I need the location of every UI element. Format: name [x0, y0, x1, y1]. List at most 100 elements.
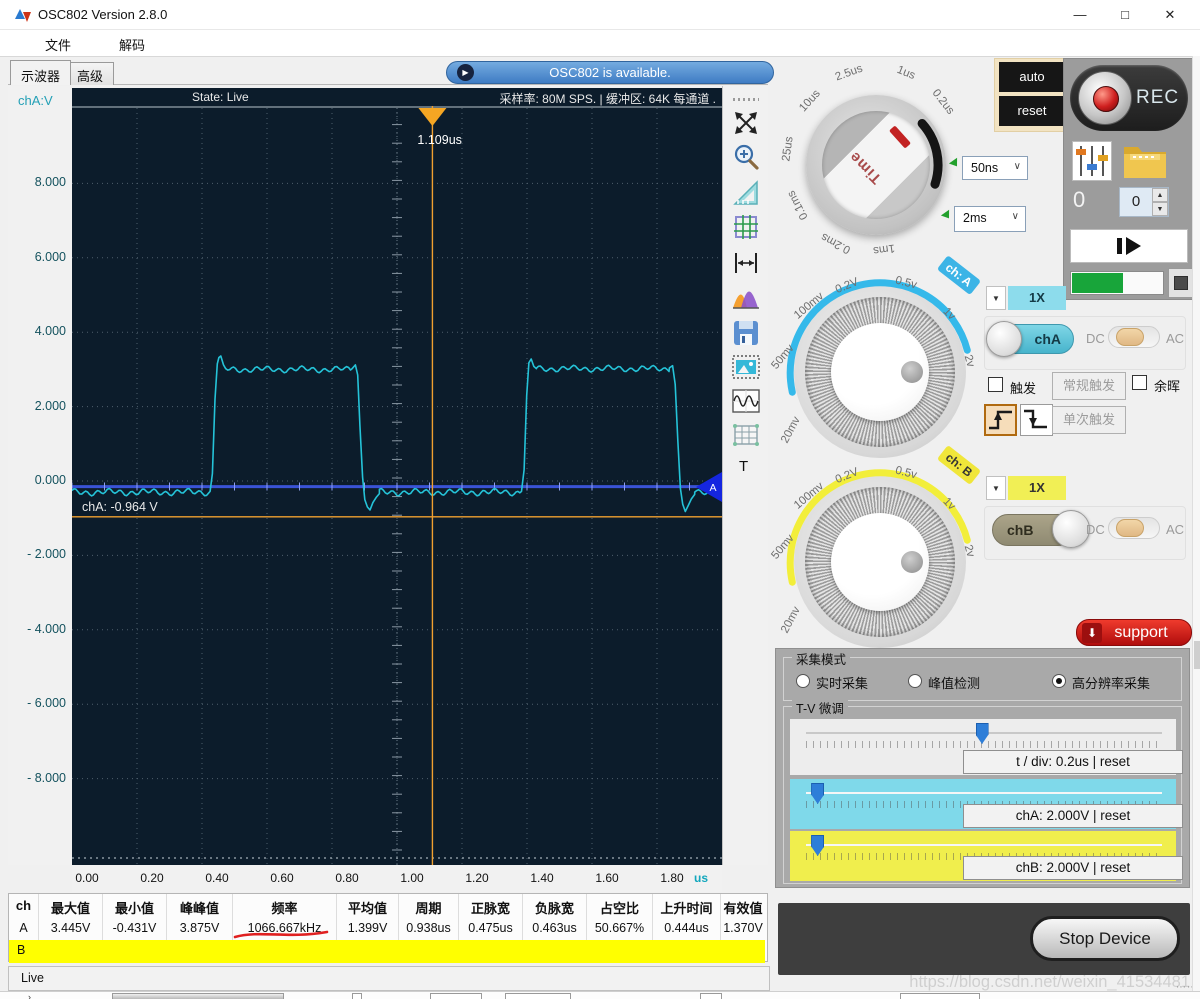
fine-tune-slider[interactable]: chA: 2.000V | reset: [790, 779, 1183, 829]
device-status-text: OSC802 is available.: [549, 65, 671, 80]
maximize-button[interactable]: □: [1105, 2, 1145, 28]
x-axis-tick: 1.40: [530, 871, 554, 885]
horizontal-measure-button[interactable]: [731, 248, 761, 278]
slider-reset-label[interactable]: t / div: 0.2us | reset: [963, 750, 1183, 774]
cha-coupling-thumb: [1116, 328, 1144, 346]
x-axis-tick: 1.80: [660, 871, 684, 885]
red-scribble-annotation: [233, 930, 329, 939]
zoom-in-button[interactable]: [731, 142, 761, 172]
chb-coupling-thumb: [1116, 519, 1144, 537]
close-button[interactable]: ✕: [1150, 2, 1190, 28]
download-arrow-icon: ⬇: [1082, 623, 1102, 643]
rec-button[interactable]: REC: [1070, 65, 1188, 131]
scope-plot[interactable]: chA: -0.964 V 1.109us A: [72, 106, 722, 865]
radio-selected[interactable]: [1052, 674, 1066, 688]
tab-oscilloscope[interactable]: 示波器: [10, 60, 72, 85]
ruler-icon[interactable]: [731, 178, 761, 208]
channel-a-marker-label: A: [709, 482, 716, 494]
auto-button[interactable]: auto: [999, 62, 1065, 92]
trigger-time-dropdown[interactable]: 50ns ∨: [962, 156, 1028, 180]
screenshot-button[interactable]: [731, 352, 761, 382]
trigger-label: 触发: [1010, 381, 1037, 396]
radio-option[interactable]: [908, 674, 922, 688]
fine-tune-slider[interactable]: chB: 2.000V | reset: [790, 831, 1183, 881]
scrollbar-thumb[interactable]: [1194, 641, 1200, 669]
tab-advanced[interactable]: 高级: [66, 62, 115, 85]
falling-edge-button[interactable]: [1020, 404, 1053, 436]
stop-device-button[interactable]: Stop Device: [1030, 916, 1180, 961]
toolbar-grip-icon[interactable]: [733, 98, 759, 101]
chb-gain-value[interactable]: 1X: [1008, 476, 1066, 500]
chb-gain-dropdown-arrow[interactable]: ▼: [986, 476, 1006, 500]
y-axis-tick: - 8.000: [27, 770, 66, 785]
table-header-cell: 周期: [399, 894, 459, 917]
reset-button[interactable]: reset: [999, 96, 1065, 126]
save-button[interactable]: [731, 318, 761, 348]
grid-settings-button[interactable]: [731, 212, 761, 242]
chb-dc-label: DC: [1086, 522, 1105, 537]
stop-record-button[interactable]: [1168, 268, 1194, 298]
step-play-button[interactable]: [1070, 229, 1188, 263]
cha-coupling-toggle[interactable]: [1108, 326, 1160, 348]
window-time-value: 2ms: [963, 211, 987, 225]
cha-gain-dropdown-arrow[interactable]: ▼: [986, 286, 1006, 310]
support-button[interactable]: ⬇ support: [1076, 619, 1192, 646]
spin-up-button[interactable]: ▲: [1152, 188, 1168, 202]
x-axis-tick: 1.60: [595, 871, 619, 885]
x-axis-tick: 0.80: [335, 871, 359, 885]
scope-display[interactable]: State: Live 采样率: 80M SPS. | 缓冲区: 64K 每通道…: [72, 88, 722, 865]
device-status-pill: ▶ OSC802 is available.: [446, 61, 774, 84]
acquisition-title: 采集模式: [792, 649, 851, 668]
x-axis-tick: 0.20: [140, 871, 164, 885]
minimize-button[interactable]: —: [1060, 2, 1100, 28]
single-trigger-button[interactable]: 单次触发: [1052, 406, 1126, 434]
window-time-dropdown[interactable]: 2ms ∨: [954, 206, 1026, 232]
time-knob[interactable]: Time: [822, 111, 930, 219]
cha-toggle-knob[interactable]: [986, 321, 1022, 357]
channel-a-zero-line[interactable]: [72, 482, 722, 491]
chb-coupling-toggle[interactable]: [1108, 517, 1160, 539]
normal-trigger-button[interactable]: 常规触发: [1052, 372, 1126, 400]
right-scrollbar[interactable]: [1192, 56, 1200, 999]
app-logo-icon: [15, 9, 31, 22]
mixer-settings-button[interactable]: [1072, 141, 1112, 181]
cha-gain-value[interactable]: 1X: [1008, 286, 1066, 310]
watermark: https://blog.csdn.net/weixin_41534481: [909, 973, 1190, 991]
frame-spinner[interactable]: 0 ▲ ▼: [1119, 187, 1169, 217]
table-view-button[interactable]: [731, 420, 761, 450]
x-axis-tick: 0.60: [270, 871, 294, 885]
table-header-cell: 最小值: [103, 894, 167, 917]
play-icon[interactable]: ▶: [457, 64, 474, 81]
table-header-cell: 平均值: [337, 894, 399, 917]
slider-reset-label[interactable]: chB: 2.000V | reset: [963, 856, 1183, 880]
spectrum-button[interactable]: [731, 283, 761, 313]
table-header-cell: 有效值: [723, 901, 763, 916]
x-axis-tick: 0.40: [205, 871, 229, 885]
x-axis-tick: 1.00: [400, 871, 424, 885]
menu-item-解码[interactable]: 解码: [109, 30, 155, 59]
menu-item-文件[interactable]: 文件: [35, 30, 81, 59]
waveform-view-button[interactable]: [731, 386, 761, 416]
progress-fill: [1072, 273, 1123, 293]
table-header-cell: 最大值: [39, 894, 103, 917]
slider-reset-label[interactable]: chA: 2.000V | reset: [963, 804, 1183, 828]
table-row-channel: A: [9, 917, 39, 940]
cha-range-arc: [786, 279, 971, 396]
radio-option[interactable]: [796, 674, 810, 688]
expand-view-button[interactable]: [731, 108, 761, 138]
acquisition-option-label: 实时采集: [816, 676, 869, 691]
table-cell: 0.463us: [523, 917, 587, 940]
rising-edge-button[interactable]: [984, 404, 1017, 436]
fine-tune-groupbox: T-V 微调 t / div: 0.2us | reset chA: 2.000V…: [783, 698, 1183, 884]
trigger-marker-label[interactable]: T: [739, 458, 748, 475]
open-folder-icon[interactable]: [1120, 137, 1170, 183]
chb-toggle-knob[interactable]: [1052, 510, 1090, 548]
support-label: support: [1114, 624, 1168, 641]
fine-tune-slider[interactable]: t / div: 0.2us | reset: [790, 719, 1183, 775]
x-axis-tick: 0.00: [75, 871, 99, 885]
trigger-checkbox[interactable]: [988, 377, 1003, 392]
time-cursor-handle[interactable]: [418, 108, 447, 126]
spin-down-button[interactable]: ▼: [1152, 202, 1168, 216]
persist-checkbox[interactable]: [1132, 375, 1147, 390]
measurement-table: ch 最大值 最小值 峰峰值 频率 平均值 周期 正脉宽 负脉宽 占空比 上升时间 有效值 A 3.445…: [8, 893, 768, 963]
